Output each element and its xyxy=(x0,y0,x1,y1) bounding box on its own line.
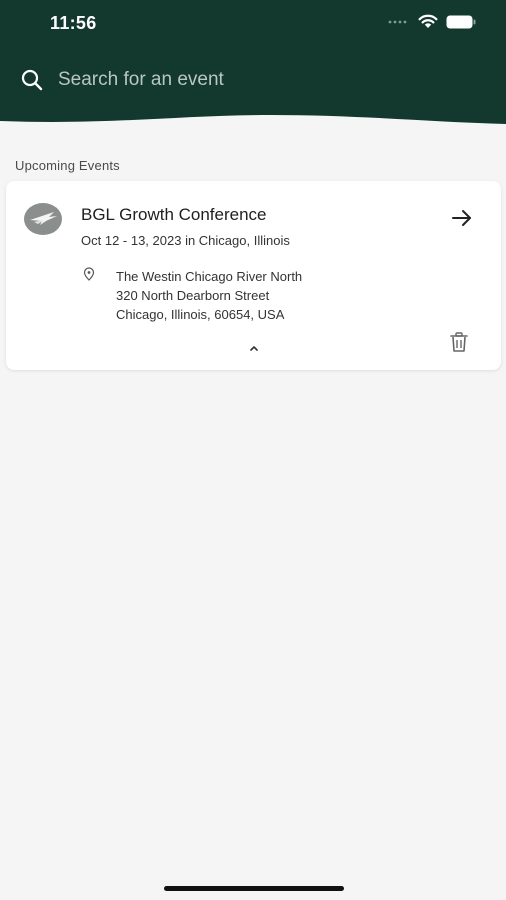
arrow-right-icon[interactable] xyxy=(451,207,473,229)
home-indicator[interactable] xyxy=(164,886,344,891)
event-title[interactable]: BGL Growth Conference xyxy=(81,205,267,225)
battery-icon xyxy=(446,15,476,28)
chevron-up-icon[interactable] xyxy=(247,343,261,353)
search-icon xyxy=(21,69,43,91)
event-date: Oct 12 - 13, 2023 in Chicago, Illinois xyxy=(81,233,290,248)
trash-icon[interactable] xyxy=(448,331,470,353)
status-time: 11:56 xyxy=(50,13,97,33)
header: 11:56 xyxy=(0,0,506,128)
section-title: Upcoming Events xyxy=(15,158,120,173)
status-icons xyxy=(388,14,476,29)
bird-logo-icon xyxy=(30,212,57,225)
wifi-icon xyxy=(418,14,438,28)
location-pin-icon xyxy=(83,267,95,281)
address-line-1: The Westin Chicago River North xyxy=(116,269,303,284)
event-address: The Westin Chicago River North 320 North… xyxy=(116,267,302,324)
signal-icon xyxy=(388,20,407,23)
address-line-2: 320 North Dearborn Street xyxy=(116,288,270,303)
event-card[interactable]: BGL Growth Conference Oct 12 - 13, 2023 … xyxy=(6,181,501,370)
event-logo xyxy=(24,203,62,235)
search-input[interactable] xyxy=(58,69,458,91)
address-line-3: Chicago, Illinois, 60654, USA xyxy=(116,307,285,322)
search-bar[interactable] xyxy=(20,64,480,96)
